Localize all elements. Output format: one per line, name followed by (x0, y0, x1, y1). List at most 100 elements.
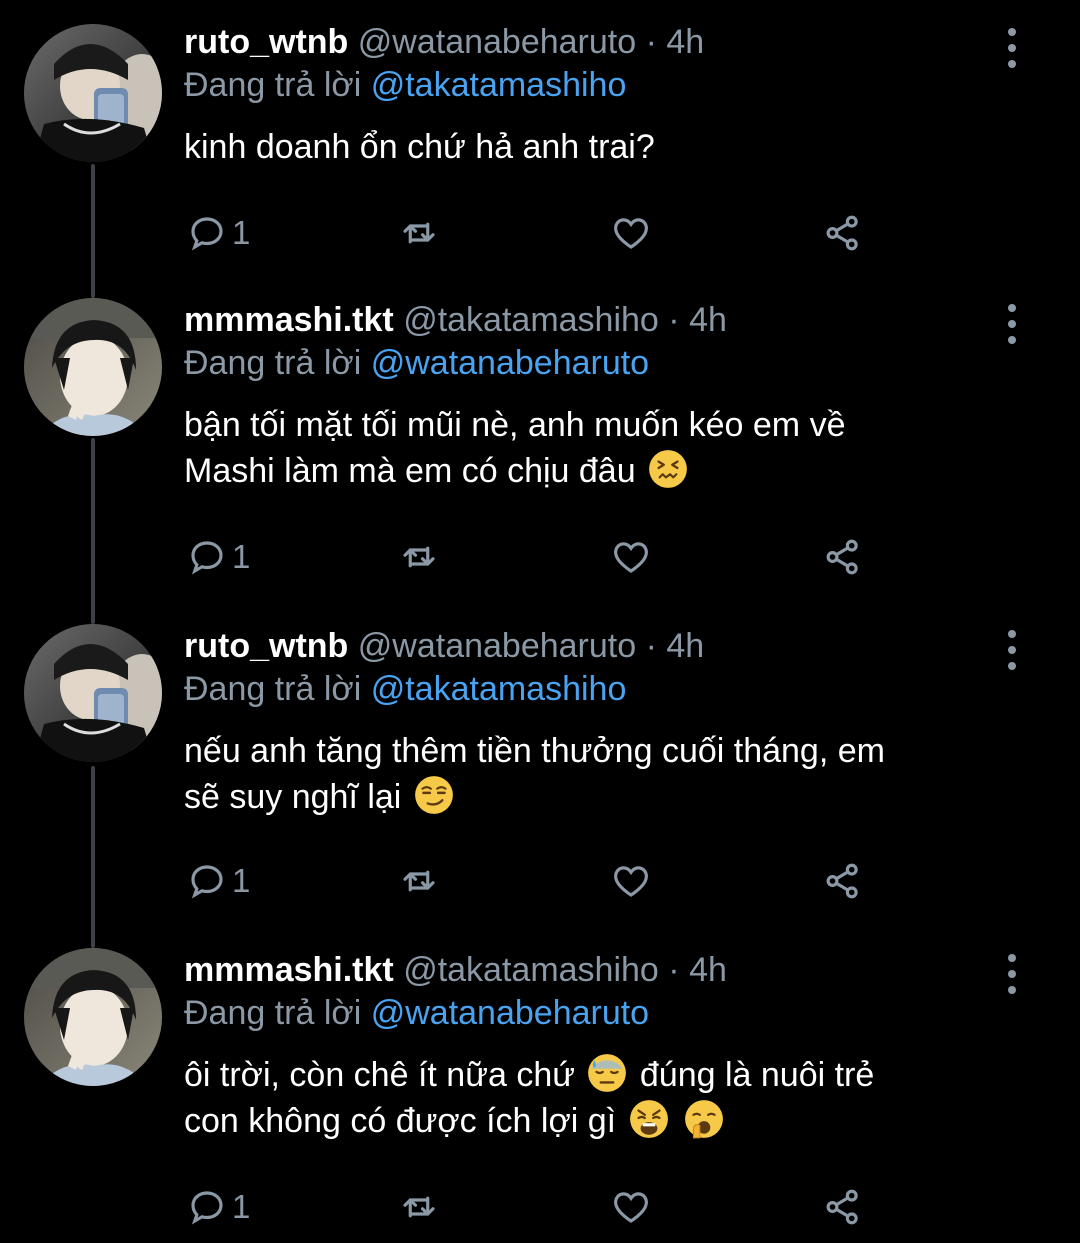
reply-icon (191, 1191, 223, 1225)
avatar[interactable] (24, 948, 162, 1086)
separator: · (668, 951, 680, 989)
tweet-text-fragment: con không có được ích lợi gì (184, 1102, 617, 1140)
action-bar: 1 (186, 1182, 876, 1232)
timestamp[interactable]: 4h (689, 301, 727, 339)
weary-face-emoji (629, 1100, 668, 1138)
action-bar: 1 (186, 532, 876, 582)
mention-link[interactable]: @watanabeharuto (371, 994, 649, 1032)
reply-button[interactable]: 1 (186, 208, 250, 258)
heart-icon (614, 218, 648, 249)
retweet-button[interactable] (398, 1182, 440, 1232)
tweet-text-line: Mashi làm mà em có chịu đâu (184, 448, 1020, 494)
mention-link[interactable]: @watanabeharuto (371, 344, 649, 382)
tweet-text-line: bận tối mặt tối mũi nè, anh muốn kéo em … (184, 406, 846, 444)
retweet-button[interactable] (398, 856, 440, 906)
tweet-header: ruto_wtnb @watanabeharuto · 4h (184, 626, 1020, 666)
tweet-text-fragment: ôi trời, còn chê ít nữa chứ (184, 1056, 575, 1094)
tweet-text-line: nếu anh tăng thêm tiền thưởng cuối tháng… (184, 732, 885, 770)
timestamp[interactable]: 4h (666, 627, 704, 665)
tweet[interactable]: mmmashi.tkt @takatamashiho · 4h Đang trả… (0, 298, 1080, 624)
more-vertical-icon[interactable] (1000, 28, 1024, 68)
replying-to: Đang trả lời @takatamashiho (184, 62, 1020, 108)
avatar[interactable] (24, 624, 162, 762)
smirking-face-emoji (414, 776, 453, 814)
mention-link[interactable]: @takatamashiho (371, 670, 627, 708)
tweet-text-fragment: sẽ suy nghĩ lại (184, 778, 402, 816)
reply-button[interactable]: 1 (186, 1182, 250, 1232)
more-vertical-icon[interactable] (1000, 304, 1024, 344)
tweet-body: ruto_wtnb @watanabeharuto · 4h Đang trả … (184, 22, 1020, 170)
share-icon (826, 215, 858, 251)
share-button[interactable] (822, 208, 864, 258)
separator: · (668, 301, 680, 339)
retweet-button[interactable] (398, 208, 440, 258)
replying-to-label: Đang trả lời (184, 344, 362, 382)
heart-icon (614, 1192, 648, 1223)
like-button[interactable] (610, 208, 652, 258)
reply-icon (191, 217, 223, 251)
tweet-body: mmmashi.tkt @takatamashiho · 4h Đang trả… (184, 950, 1020, 1144)
user-handle[interactable]: @watanabeharuto (358, 627, 636, 665)
replying-to: Đang trả lời @watanabeharuto (184, 340, 1020, 386)
tweet[interactable]: mmmashi.tkt @takatamashiho · 4h Đang trả… (0, 948, 1080, 1243)
separator: · (645, 23, 657, 61)
avatar[interactable] (24, 298, 162, 436)
retweet-button[interactable] (398, 532, 440, 582)
mention-link[interactable]: @takatamashiho (371, 66, 627, 104)
display-name[interactable]: ruto_wtnb (184, 627, 348, 665)
confounded-face-emoji (649, 450, 687, 488)
heart-icon (614, 866, 648, 897)
tweet[interactable]: ruto_wtnb @watanabeharuto · 4h Đang trả … (0, 624, 1080, 948)
reply-icon (191, 541, 223, 575)
reply-icon (191, 865, 223, 899)
share-icon (826, 1189, 858, 1225)
reply-count: 1 (232, 214, 251, 251)
tweet-text-fragment: đúng là nuôi trẻ (639, 1056, 875, 1094)
heart-icon (614, 542, 648, 573)
reply-count: 1 (232, 862, 251, 899)
avatar[interactable] (24, 24, 162, 162)
like-button[interactable] (610, 1182, 652, 1232)
user-handle[interactable]: @watanabeharuto (358, 23, 636, 61)
user-handle[interactable]: @takatamashiho (403, 951, 659, 989)
retweet-icon (403, 546, 435, 568)
tweet-header: mmmashi.tkt @takatamashiho · 4h (184, 300, 1020, 340)
share-button[interactable] (822, 1182, 864, 1232)
tweet-text: nếu anh tăng thêm tiền thưởng cuối tháng… (184, 728, 1020, 820)
replying-to: Đang trả lời @takatamashiho (184, 666, 1020, 712)
share-button[interactable] (822, 856, 864, 906)
action-bar: 1 (186, 208, 876, 258)
retweet-icon (403, 1196, 435, 1218)
more-vertical-icon[interactable] (1000, 630, 1024, 670)
replying-to-label: Đang trả lời (184, 66, 362, 104)
tweet[interactable]: ruto_wtnb @watanabeharuto · 4h Đang trả … (0, 0, 1080, 298)
tweet-text: kinh doanh ổn chứ hả anh trai? (184, 124, 1020, 170)
timestamp[interactable]: 4h (666, 23, 704, 61)
display-name[interactable]: mmmashi.tkt (184, 951, 394, 989)
replying-to: Đang trả lời @watanabeharuto (184, 990, 1020, 1036)
share-button[interactable] (822, 532, 864, 582)
yawning-face-emoji (685, 1100, 723, 1139)
tweet-text-fragment: Mashi làm mà em có chịu đâu (184, 452, 636, 490)
reply-button[interactable]: 1 (186, 856, 250, 906)
reply-button[interactable]: 1 (186, 532, 250, 582)
timestamp[interactable]: 4h (689, 951, 727, 989)
tweet-header: ruto_wtnb @watanabeharuto · 4h (184, 22, 1020, 62)
reply-count: 1 (232, 538, 251, 575)
more-vertical-icon[interactable] (1000, 954, 1024, 994)
share-icon (826, 539, 858, 575)
replying-to-label: Đang trả lời (184, 994, 362, 1032)
downcast-sweat-face-emoji (588, 1054, 627, 1092)
tweet-text-line: ôi trời, còn chê ít nữa chứ đúng là nuôi… (184, 1052, 1020, 1098)
retweet-icon (403, 870, 435, 892)
tweet-header: mmmashi.tkt @takatamashiho · 4h (184, 950, 1020, 990)
tweet-text-line: sẽ suy nghĩ lại (184, 774, 1020, 820)
display-name[interactable]: ruto_wtnb (184, 23, 348, 61)
tweet-text-line: kinh doanh ổn chứ hả anh trai? (184, 128, 655, 166)
user-handle[interactable]: @takatamashiho (403, 301, 659, 339)
action-bar: 1 (186, 856, 876, 906)
like-button[interactable] (610, 856, 652, 906)
replying-to-label: Đang trả lời (184, 670, 362, 708)
like-button[interactable] (610, 532, 652, 582)
display-name[interactable]: mmmashi.tkt (184, 301, 394, 339)
